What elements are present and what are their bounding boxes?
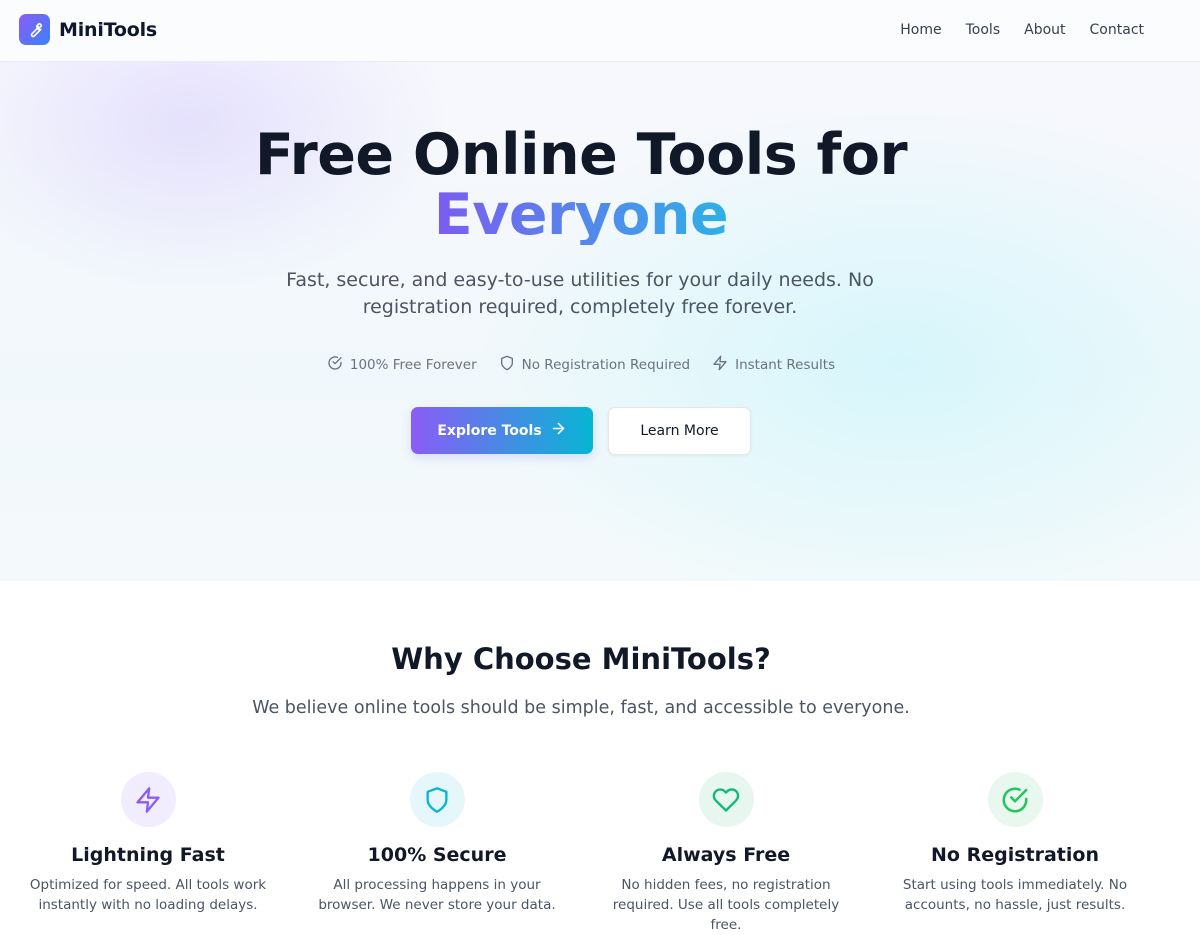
feature-title: Always Free	[661, 844, 791, 866]
explore-tools-label: Explore Tools	[437, 422, 542, 439]
shield-icon	[499, 355, 515, 375]
check-circle-icon	[327, 355, 343, 375]
feature-title: Lightning Fast	[71, 844, 225, 866]
wrench-icon	[19, 14, 50, 45]
perk-free: 100% Free Forever	[327, 355, 477, 375]
why-title: Why Choose MiniTools?	[391, 642, 771, 676]
heart-icon	[698, 772, 754, 827]
learn-more-button[interactable]: Learn More	[608, 407, 751, 455]
hero-title: Free Online Tools for Everyone	[0, 125, 1200, 245]
arrow-right-icon	[550, 420, 567, 441]
lightning-icon	[120, 772, 176, 827]
site-header: MiniTools Home Tools About Contact	[0, 0, 1200, 62]
feature-text: No hidden fees, no registration required…	[612, 877, 840, 933]
nav-contact[interactable]: Contact	[1090, 22, 1144, 38]
nav-tools[interactable]: Tools	[966, 22, 1001, 38]
perk-no-registration: No Registration Required	[499, 355, 690, 375]
feature-title: No Registration	[931, 844, 1099, 866]
perk-label: No Registration Required	[521, 357, 691, 373]
hero-section: Free Online Tools for Everyone Fast, sec…	[0, 62, 1200, 581]
hero-subtitle: Fast, secure, and easy-to-use utilities …	[286, 269, 874, 318]
why-subtitle: We believe online tools should be simple…	[252, 698, 910, 718]
explore-tools-button[interactable]: Explore Tools	[411, 407, 593, 454]
brand-name: MiniTools	[59, 18, 158, 41]
hero-perks: 100% Free Forever No Registration Requir…	[0, 355, 1162, 375]
check-circle-icon	[987, 772, 1043, 827]
perk-instant: Instant Results	[712, 355, 835, 375]
feature-always-free: Always Free No hidden fees, no registrat…	[596, 772, 856, 935]
nav-home[interactable]: Home	[900, 22, 941, 38]
perk-label: 100% Free Forever	[349, 357, 477, 373]
feature-title: 100% Secure	[367, 844, 507, 866]
feature-text: Optimized for speed. All tools work inst…	[29, 877, 267, 913]
nav-about[interactable]: About	[1024, 22, 1065, 38]
hero-title-line1: Free Online Tools for	[254, 122, 908, 188]
feature-text: All processing happens in your browser. …	[318, 877, 556, 913]
feature-lightning-fast: Lightning Fast Optimized for speed. All …	[18, 772, 278, 915]
feature-secure: 100% Secure All processing happens in yo…	[307, 772, 567, 915]
shield-icon	[409, 772, 465, 827]
perk-label: Instant Results	[735, 357, 836, 373]
feature-no-registration: No Registration Start using tools immedi…	[885, 772, 1145, 915]
feature-text: Start using tools immediately. No accoun…	[902, 877, 1128, 913]
main-nav: Home Tools About Contact	[900, 0, 1144, 60]
lightning-icon	[712, 355, 728, 375]
brand-link[interactable]: MiniTools	[19, 14, 157, 45]
features-grid: Lightning Fast Optimized for speed. All …	[0, 772, 1200, 933]
hero-title-highlight: Everyone	[433, 182, 729, 248]
